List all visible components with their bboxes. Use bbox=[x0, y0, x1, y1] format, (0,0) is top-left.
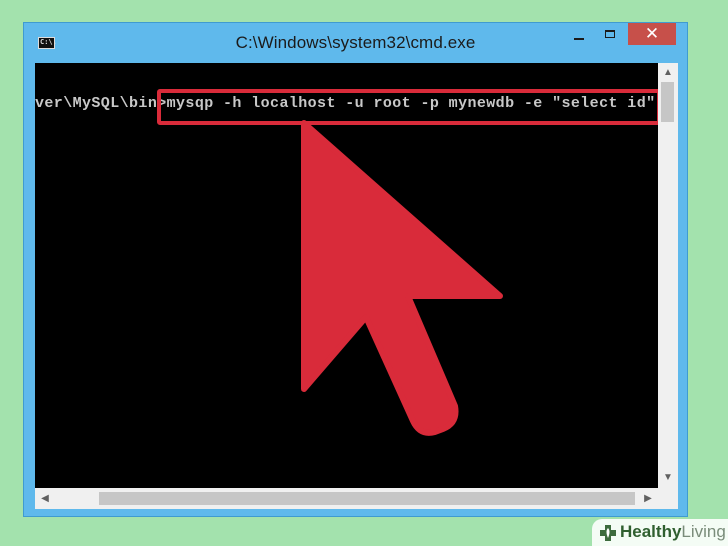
console-area[interactable]: ver\MySQL\bin>mysqp -h localhost -u root… bbox=[35, 63, 678, 509]
horizontal-scrollbar[interactable]: ◀ ▶ bbox=[35, 488, 658, 509]
vertical-scrollbar[interactable]: ▲ ▼ bbox=[658, 63, 678, 488]
cursor-arrow-icon bbox=[301, 120, 503, 436]
watermark-brand-living: Living bbox=[681, 522, 726, 541]
scrollbar-corner bbox=[658, 488, 678, 509]
watermark-brand-healthy: Healthy bbox=[620, 522, 682, 541]
scroll-right-icon[interactable]: ▶ bbox=[638, 488, 658, 509]
maximize-button[interactable] bbox=[596, 23, 626, 45]
scroll-left-icon[interactable]: ◀ bbox=[35, 488, 55, 509]
horizontal-scroll-thumb[interactable] bbox=[99, 492, 635, 505]
watermark-text: HealthyLiving bbox=[620, 522, 726, 542]
minimize-button[interactable] bbox=[562, 23, 596, 45]
healthy-living-logo-icon bbox=[600, 525, 616, 541]
close-button[interactable]: ✕ bbox=[628, 23, 676, 45]
vertical-scroll-thumb[interactable] bbox=[661, 82, 674, 122]
scroll-up-icon[interactable]: ▲ bbox=[658, 63, 678, 83]
healthy-living-watermark: HealthyLiving bbox=[592, 519, 728, 546]
scroll-down-icon[interactable]: ▼ bbox=[658, 468, 678, 488]
console-output[interactable]: ver\MySQL\bin>mysqp -h localhost -u root… bbox=[35, 63, 658, 488]
title-bar[interactable]: C:\Windows\system32\cmd.exe ✕ bbox=[24, 23, 687, 63]
cmd-window: C:\Windows\system32\cmd.exe ✕ ver\MySQL\… bbox=[23, 22, 688, 517]
